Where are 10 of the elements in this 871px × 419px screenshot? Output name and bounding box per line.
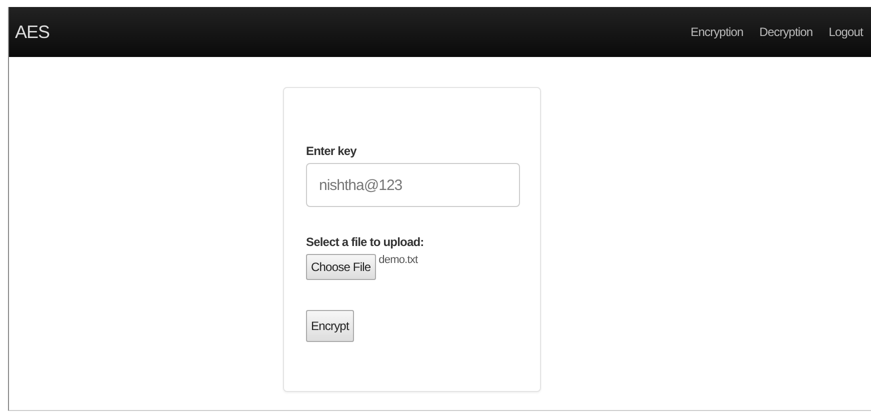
brand-title[interactable]: AES	[15, 22, 50, 42]
key-input-field[interactable]: nishtha@123	[306, 163, 520, 207]
field-label: Enter key	[306, 144, 356, 158]
nav-link[interactable]: Encryption	[690, 25, 744, 39]
choose-file-button[interactable]: Choose File	[306, 254, 376, 280]
nav-link[interactable]: Logout	[828, 25, 863, 39]
nav-link[interactable]: Decryption	[759, 25, 813, 39]
file-name: demo.txt	[378, 254, 418, 266]
encrypt-button[interactable]: Encrypt	[306, 310, 354, 342]
field-label: Select a file to upload:	[306, 235, 424, 249]
